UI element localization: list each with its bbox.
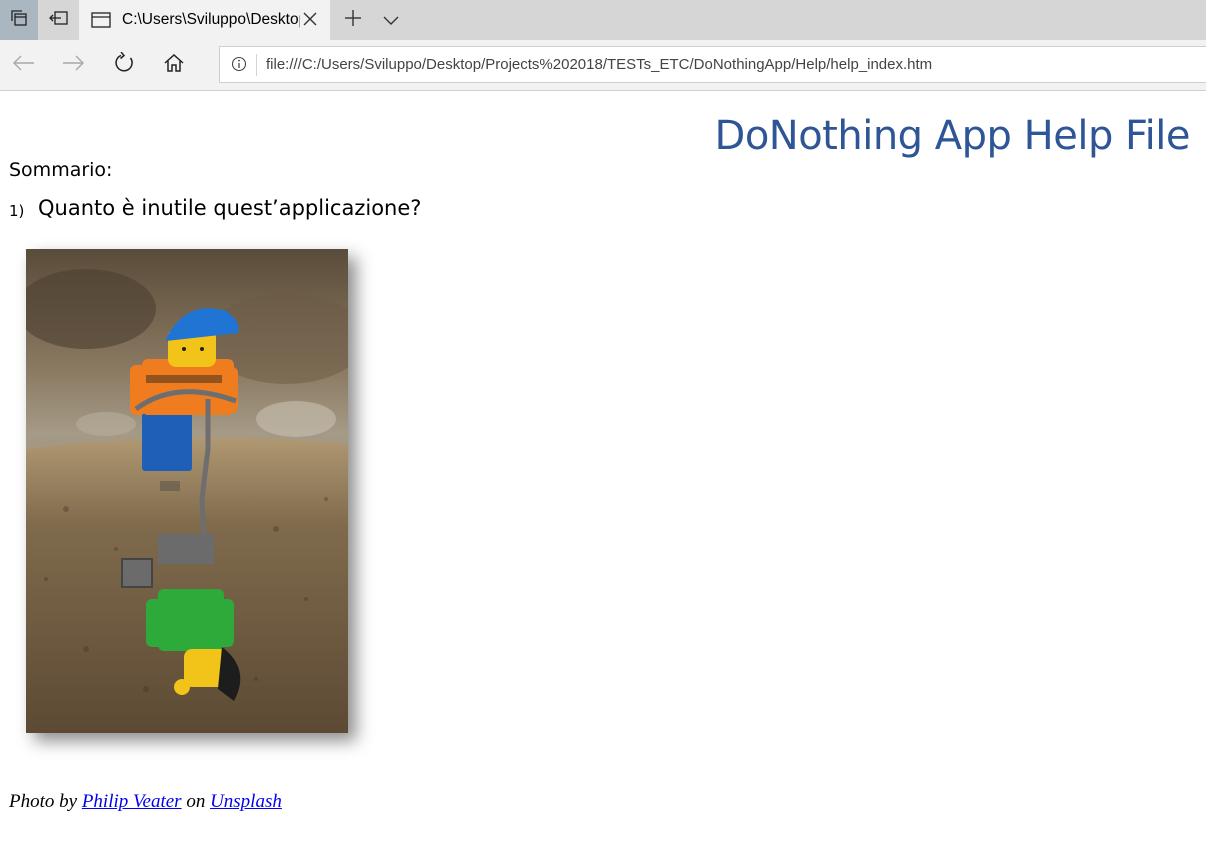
back-arrow-icon	[13, 55, 35, 75]
toc-item-text[interactable]: Quanto è inutile quest’applicazione?	[38, 196, 421, 220]
address-bar[interactable]: file:///C:/Users/Sviluppo/Desktop/Projec…	[219, 46, 1206, 83]
new-tab-button[interactable]	[338, 0, 368, 40]
active-tab[interactable]: C:\Users\Sviluppo\Desktop\Projects 2018\…	[79, 0, 330, 40]
back-button[interactable]	[4, 45, 44, 85]
tab-set-aside-button[interactable]	[0, 0, 38, 40]
page-title: DoNothing App Help File	[714, 113, 1191, 159]
close-tab-button[interactable]	[300, 10, 320, 30]
home-icon	[164, 53, 184, 77]
tab-strip: C:\Users\Sviluppo\Desktop\Projects 2018\…	[0, 0, 1206, 40]
address-url[interactable]: file:///C:/Users/Sviluppo/Desktop/Projec…	[266, 56, 932, 73]
toc-item-number: 1)	[9, 202, 25, 220]
credit-middle: on	[181, 791, 211, 812]
info-icon[interactable]	[230, 55, 248, 73]
tab-set-aside-icon	[10, 9, 28, 31]
photo-credit: Photo by Philip Veater on Unsplash	[9, 791, 282, 813]
forward-button[interactable]	[53, 45, 93, 85]
tab-list-button[interactable]	[376, 0, 406, 40]
lego-photo	[26, 249, 348, 733]
tab-title: C:\Users\Sviluppo\Desktop\Projects 2018\…	[122, 11, 300, 28]
restore-tabs-button[interactable]	[40, 0, 78, 40]
refresh-icon	[113, 51, 135, 78]
credit-prefix: Photo by	[9, 791, 82, 812]
plus-icon	[345, 10, 361, 30]
chevron-down-icon	[383, 11, 399, 30]
forward-arrow-icon	[62, 55, 84, 75]
home-button[interactable]	[154, 45, 194, 85]
summary-label: Sommario:	[9, 159, 113, 181]
refresh-button[interactable]	[104, 45, 144, 85]
address-separator	[256, 54, 257, 76]
close-icon	[303, 11, 317, 30]
unsplash-link[interactable]: Unsplash	[210, 791, 282, 812]
photographer-link[interactable]: Philip Veater	[82, 791, 182, 812]
page-icon	[90, 9, 112, 31]
restore-tabs-icon	[49, 9, 69, 31]
page-content: DoNothing App Help File Sommario: 1) Qua…	[0, 91, 1206, 857]
navigation-bar: file:///C:/Users/Sviluppo/Desktop/Projec…	[0, 40, 1206, 91]
